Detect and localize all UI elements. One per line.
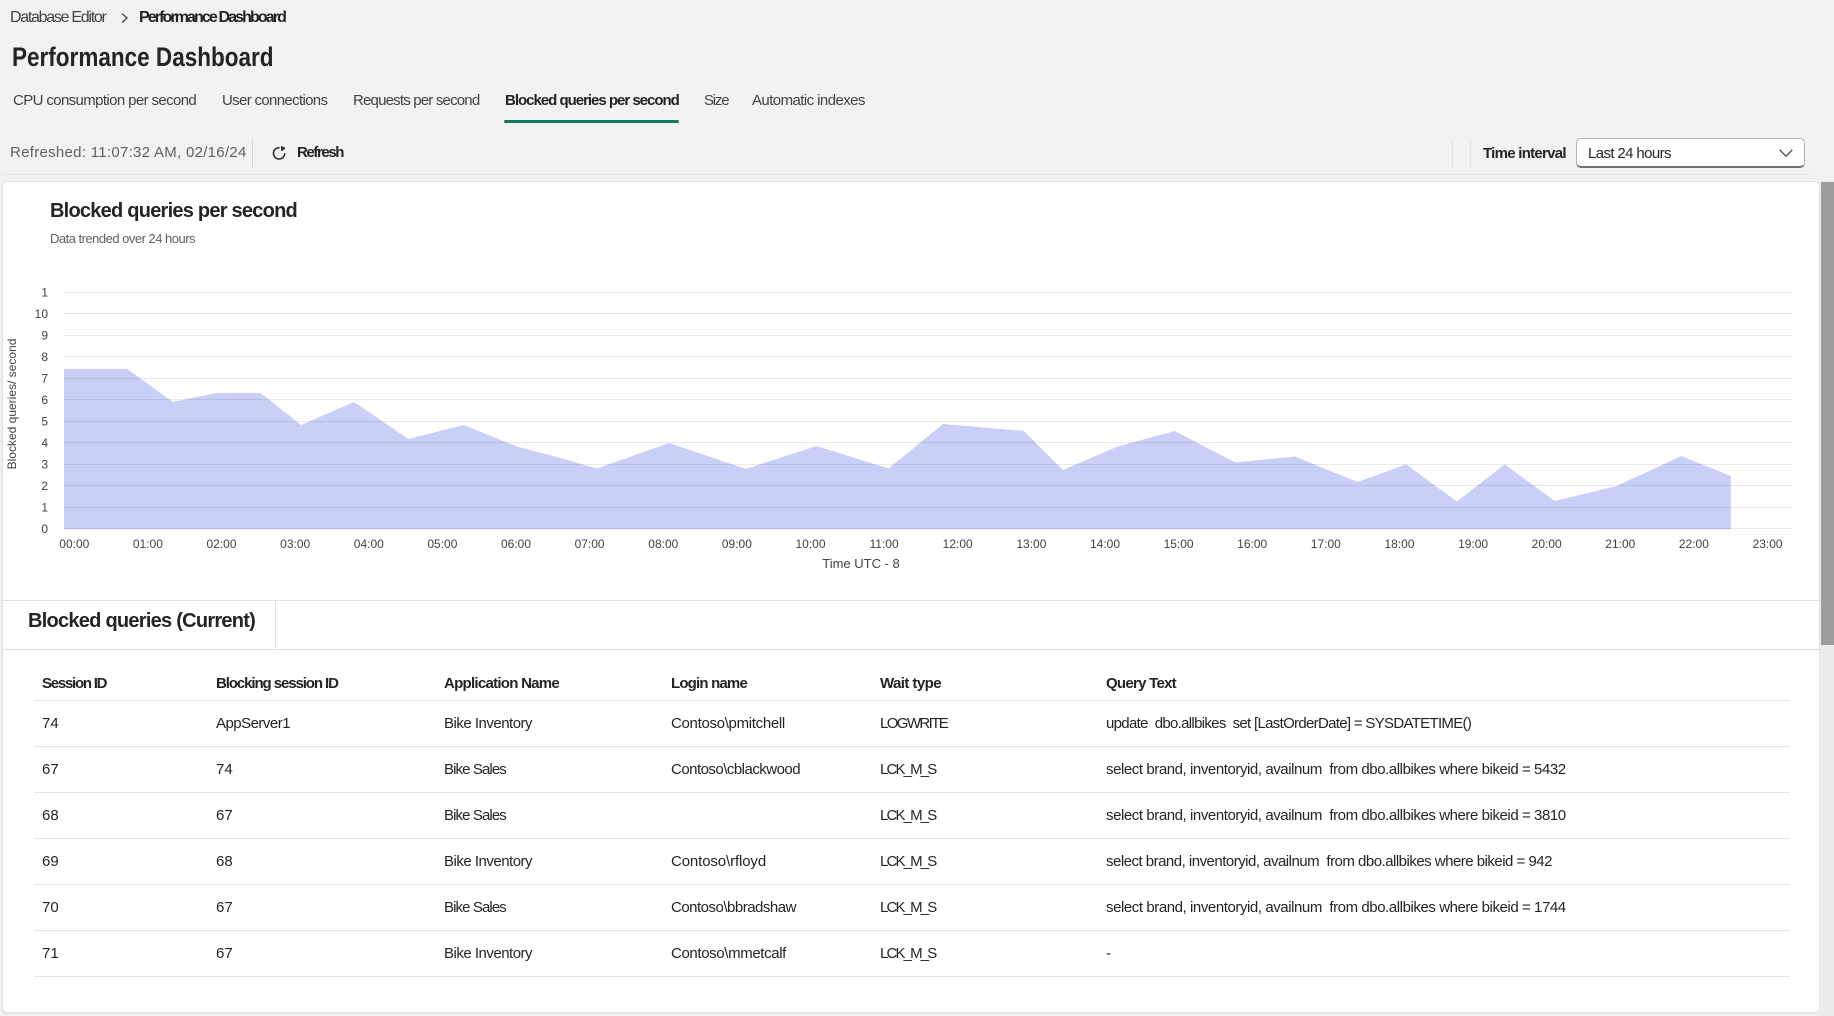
svg-text:01:00: 01:00: [133, 537, 163, 551]
svg-text:Time UTC - 8: Time UTC - 8: [822, 556, 900, 571]
svg-text:2: 2: [41, 479, 48, 493]
svg-text:16:00: 16:00: [1237, 537, 1267, 551]
svg-text:3: 3: [41, 457, 48, 471]
svg-text:12:00: 12:00: [943, 537, 973, 551]
svg-text:19:00: 19:00: [1458, 537, 1488, 551]
svg-text:00:00: 00:00: [59, 537, 89, 551]
svg-text:20:00: 20:00: [1532, 537, 1562, 551]
svg-text:10:00: 10:00: [795, 537, 825, 551]
svg-text:15:00: 15:00: [1164, 537, 1194, 551]
svg-text:07:00: 07:00: [575, 537, 605, 551]
svg-text:22:00: 22:00: [1679, 537, 1709, 551]
svg-text:04:00: 04:00: [354, 537, 384, 551]
svg-text:10: 10: [35, 307, 49, 321]
svg-text:5: 5: [41, 414, 48, 428]
svg-text:18:00: 18:00: [1384, 537, 1414, 551]
svg-text:06:00: 06:00: [501, 537, 531, 551]
svg-text:14:00: 14:00: [1090, 537, 1120, 551]
svg-text:13:00: 13:00: [1016, 537, 1046, 551]
svg-text:08:00: 08:00: [648, 537, 678, 551]
svg-text:11:00: 11:00: [870, 537, 899, 551]
svg-text:0: 0: [41, 522, 48, 536]
svg-text:1: 1: [41, 501, 48, 515]
svg-text:8: 8: [41, 350, 48, 364]
svg-text:Blocked queries/ second: Blocked queries/ second: [5, 339, 19, 470]
svg-text:05:00: 05:00: [427, 537, 457, 551]
svg-text:6: 6: [41, 393, 48, 407]
svg-text:17:00: 17:00: [1311, 537, 1341, 551]
svg-text:1: 1: [41, 285, 48, 299]
svg-text:23:00: 23:00: [1753, 537, 1783, 551]
svg-text:21:00: 21:00: [1605, 537, 1635, 551]
svg-text:7: 7: [41, 371, 48, 385]
svg-text:02:00: 02:00: [206, 537, 236, 551]
svg-text:4: 4: [41, 436, 48, 450]
svg-text:09:00: 09:00: [722, 537, 752, 551]
svg-text:03:00: 03:00: [280, 537, 310, 551]
svg-text:9: 9: [41, 328, 48, 342]
